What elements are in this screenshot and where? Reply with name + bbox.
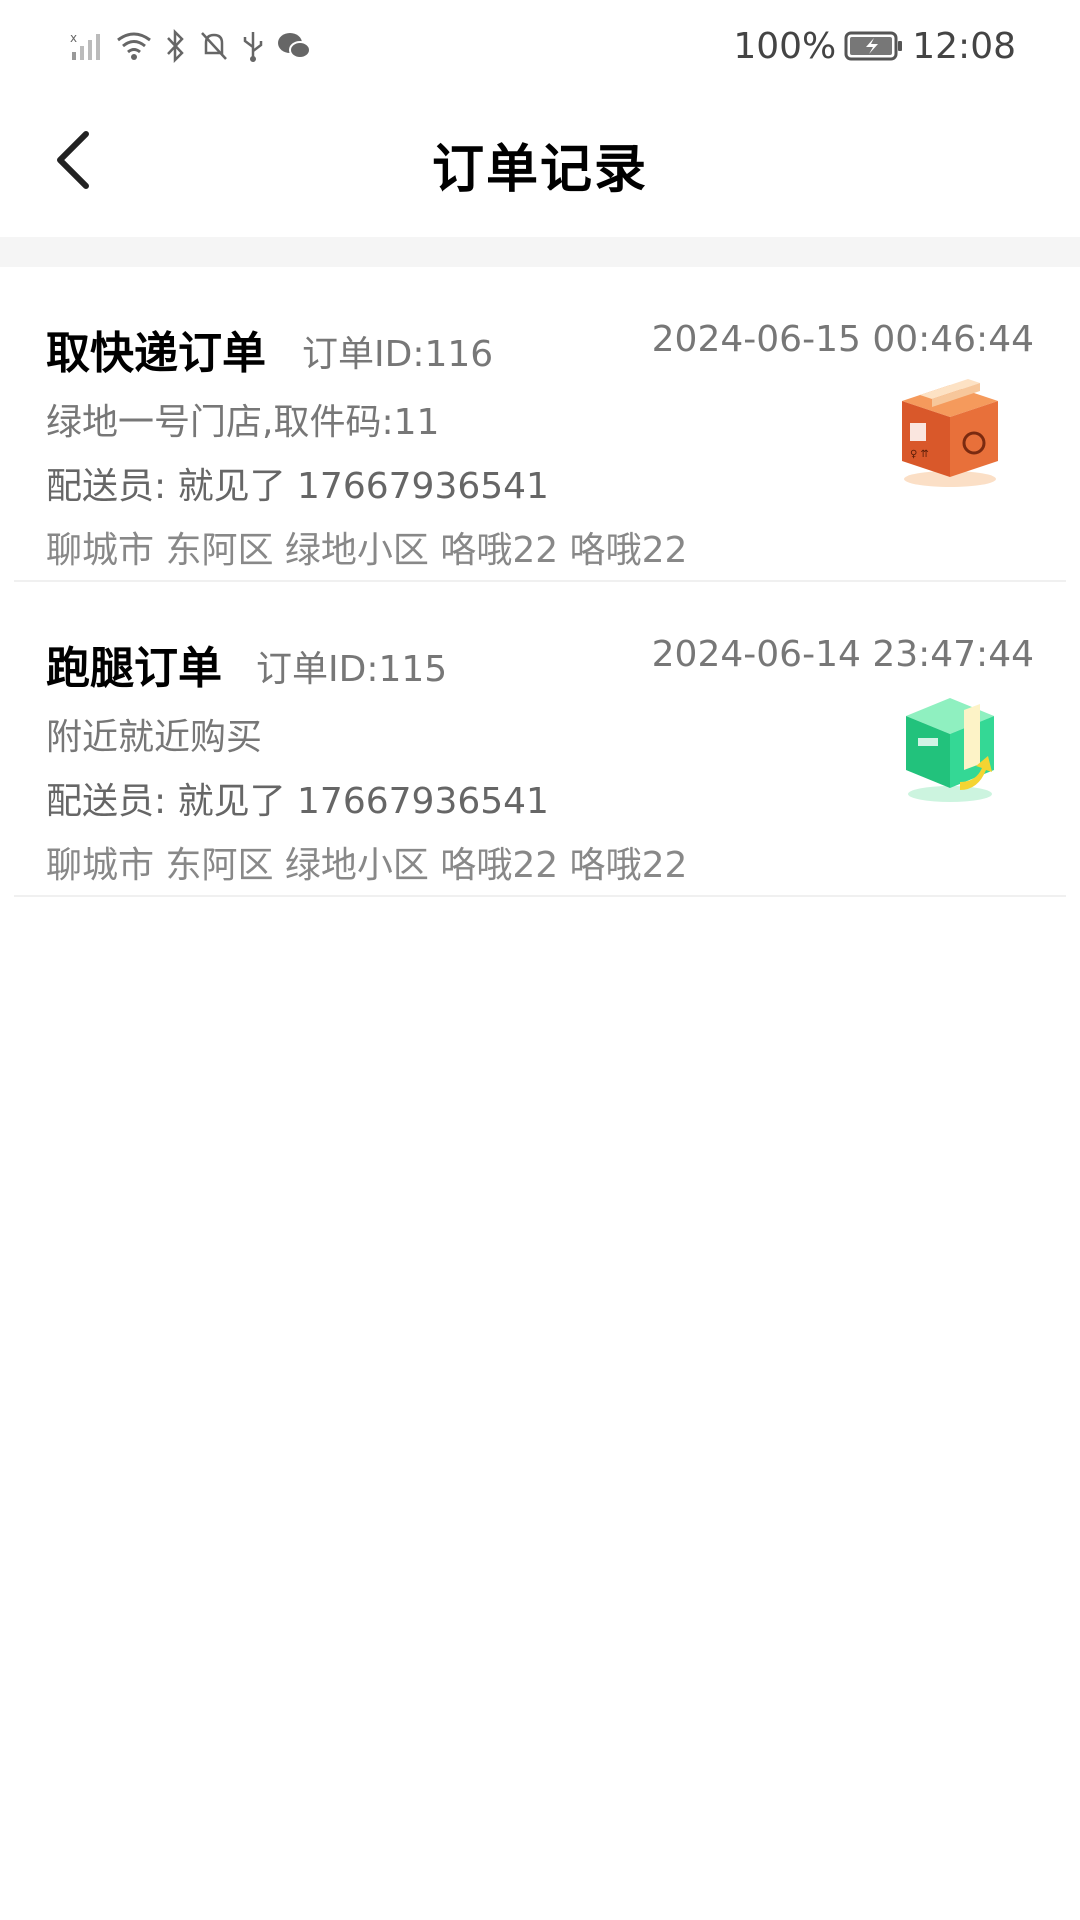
order-address: 聊城市 东阿区 绿地小区 咯哦22 咯哦22	[46, 845, 688, 886]
order-courier: 配送员: 就见了 17667936541	[46, 466, 549, 507]
header-divider	[0, 237, 1080, 267]
order-detail: 附近就近购买	[46, 717, 263, 758]
status-right: 100% 12:08	[733, 26, 1016, 67]
battery-icon	[844, 30, 904, 62]
parcel-box-icon: ♀ ⇈	[902, 379, 998, 487]
back-arrow-icon	[57, 131, 89, 189]
back-button[interactable]	[40, 120, 104, 200]
errand-box-icon	[906, 698, 994, 802]
bluetooth-icon	[167, 29, 184, 63]
signal-icon: x	[70, 31, 100, 60]
order-type: 跑腿订单	[46, 643, 222, 694]
battery-percent: 100%	[733, 25, 837, 67]
mute-icon	[201, 32, 227, 60]
clock: 12:08	[912, 25, 1016, 67]
order-time: 2024-06-14 23:47:44	[651, 634, 1034, 675]
order-item[interactable]: 取快递订单 订单ID:116 2024-06-15 00:46:44 绿地一号门…	[14, 267, 1066, 582]
page-title: 订单记录	[431, 139, 648, 200]
header: 订单记录	[0, 92, 1080, 236]
status-bar: x 100% 12:08	[0, 0, 1080, 92]
order-item[interactable]: 跑腿订单 订单ID:115 2024-06-14 23:47:44 附近就近购买…	[14, 582, 1066, 897]
svg-text:x: x	[70, 31, 77, 45]
svg-text:♀ ⇈: ♀ ⇈	[910, 449, 929, 460]
order-id: 订单ID:116	[302, 334, 494, 375]
order-id: 订单ID:115	[256, 649, 448, 690]
order-detail: 绿地一号门店,取件码:11	[46, 402, 440, 443]
order-type: 取快递订单	[46, 328, 266, 379]
wechat-icon	[278, 33, 311, 59]
wifi-icon	[117, 32, 151, 60]
order-address: 聊城市 东阿区 绿地小区 咯哦22 咯哦22	[46, 530, 688, 571]
order-list: 取快递订单 订单ID:116 2024-06-15 00:46:44 绿地一号门…	[0, 267, 1080, 897]
order-time: 2024-06-15 00:46:44	[651, 319, 1034, 360]
status-icons: x	[70, 29, 312, 63]
order-courier: 配送员: 就见了 17667936541	[46, 781, 549, 822]
usb-icon	[243, 32, 263, 62]
